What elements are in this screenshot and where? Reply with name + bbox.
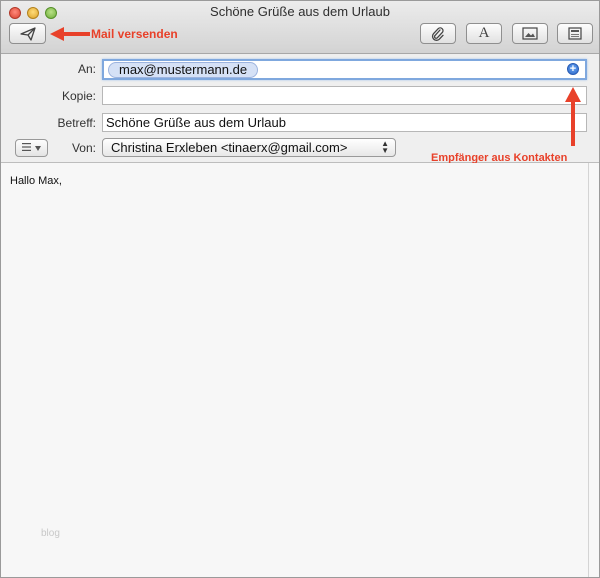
send-annotation-arrow [50, 27, 90, 41]
scrollbar[interactable] [588, 163, 589, 577]
subject-value: Schöne Grüße aus dem Urlaub [106, 115, 286, 130]
photo-browser-icon [522, 27, 538, 40]
cc-field[interactable] [102, 86, 587, 105]
subject-label: Betreff: [57, 116, 96, 130]
compose-window: Schöne Grüße aus dem Urlaub A Mail verse… [0, 0, 600, 578]
font-A-icon: A [478, 25, 490, 41]
to-label: An: [77, 62, 96, 76]
paper-plane-icon [19, 26, 36, 41]
dropdown-triangle-icon [35, 143, 41, 154]
subject-field[interactable]: Schöne Grüße aus dem Urlaub [102, 113, 587, 132]
to-field[interactable]: max@mustermann.de + [102, 59, 587, 80]
recipient-token[interactable]: max@mustermann.de [108, 62, 259, 78]
photo-browser-button[interactable] [512, 23, 548, 44]
from-select[interactable]: Christina Erxleben <tinaerx@gmail.com> ▲… [102, 138, 396, 157]
contacts-annotation-arrow [565, 87, 581, 146]
add-contact-icon[interactable]: + [567, 63, 579, 75]
send-annotation-label: Mail versenden [91, 27, 178, 41]
attach-button[interactable] [420, 23, 456, 44]
header-options-button[interactable] [15, 139, 48, 157]
send-button[interactable] [9, 23, 46, 44]
from-label: Von: [71, 141, 96, 155]
window-title: Schöne Grüße aus dem Urlaub [210, 4, 390, 19]
cc-label: Kopie: [61, 89, 96, 103]
stationery-button[interactable] [557, 23, 593, 44]
from-value: Christina Erxleben <tinaerx@gmail.com> [111, 140, 348, 155]
select-arrows-icon: ▲ ▼ [381, 139, 389, 155]
list-options-icon [22, 142, 31, 154]
stationery-icon [568, 27, 582, 40]
paperclip-icon [431, 26, 445, 41]
message-body[interactable]: Hallo Max, blog [1, 163, 599, 577]
body-text: Hallo Max, [10, 175, 62, 187]
fonts-button[interactable]: A [466, 23, 502, 44]
watermark: blog [41, 528, 60, 539]
message-header: An: max@mustermann.de + Kopie: Betreff: … [1, 54, 599, 163]
